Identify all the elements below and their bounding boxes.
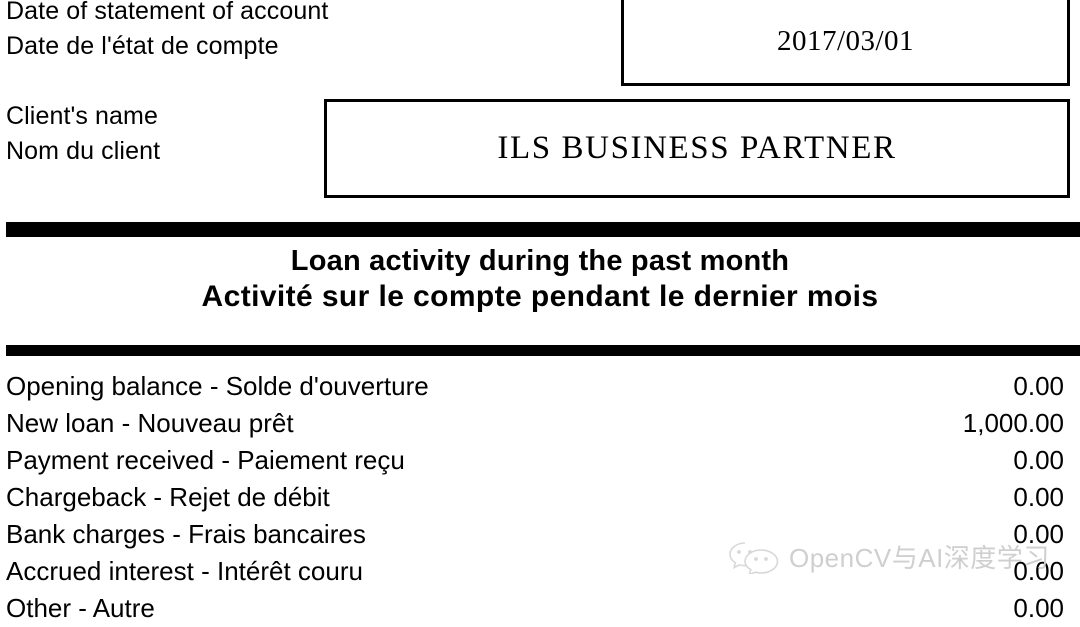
list-item: Accrued interest - Intérêt couru 0.00: [0, 553, 1080, 590]
loan-activity-list: Opening balance - Solde d'ouverture 0.00…: [0, 368, 1080, 627]
section-title-en: Loan activity during the past month: [290, 245, 790, 277]
section-rule-bottom: [6, 345, 1080, 356]
item-label: Bank charges - Frais bancaires: [6, 519, 366, 549]
client-label-en: Client's name: [6, 102, 158, 130]
item-amount: 0.00: [1013, 371, 1064, 401]
client-name-box[interactable]: ILS BUSINESS PARTNER: [324, 99, 1070, 198]
item-label: New loan - Nouveau prêt: [6, 408, 294, 438]
date-label-fr: Date de l'état de compte: [6, 32, 279, 60]
item-label: Opening balance - Solde d'ouverture: [6, 371, 429, 401]
client-label-fr: Nom du client: [6, 137, 161, 165]
item-label: Chargeback - Rejet de débit: [6, 482, 330, 512]
date-label-block: Date of statement of account Date de l'é…: [6, 0, 328, 64]
item-amount: 0.00: [1013, 445, 1064, 475]
section-rule-top: [6, 222, 1080, 237]
item-amount: 0.00: [1013, 482, 1064, 512]
list-item: Other - Autre 0.00: [0, 590, 1080, 627]
item-amount: 0.00: [1013, 519, 1064, 549]
list-item: New loan - Nouveau prêt 1,000.00: [0, 405, 1080, 442]
section-title-fr: Activité sur le compte pendant le dernie…: [201, 280, 879, 313]
date-value: 2017/03/01: [776, 24, 915, 57]
item-label: Other - Autre: [6, 593, 155, 623]
item-label: Payment received - Paiement reçu: [6, 445, 405, 475]
list-item: Payment received - Paiement reçu 0.00: [0, 442, 1080, 479]
date-value-box[interactable]: 2017/03/01: [621, 0, 1070, 86]
client-label-block: Client's name Nom du client: [6, 99, 160, 169]
statement-header: Date of statement of account Date de l'é…: [0, 0, 1080, 212]
item-amount: 1,000.00: [962, 408, 1064, 438]
list-item: Opening balance - Solde d'ouverture 0.00: [0, 368, 1080, 405]
item-amount: 0.00: [1013, 593, 1064, 623]
item-label: Accrued interest - Intérêt couru: [6, 556, 363, 586]
client-name-value: ILS BUSINESS PARTNER: [497, 130, 897, 166]
item-amount: 0.00: [1013, 556, 1064, 586]
list-item: Chargeback - Rejet de débit 0.00: [0, 479, 1080, 516]
list-item: Bank charges - Frais bancaires 0.00: [0, 516, 1080, 553]
date-label-en: Date of statement of account: [6, 0, 329, 25]
section-title: Loan activity during the past month Acti…: [0, 244, 1080, 314]
